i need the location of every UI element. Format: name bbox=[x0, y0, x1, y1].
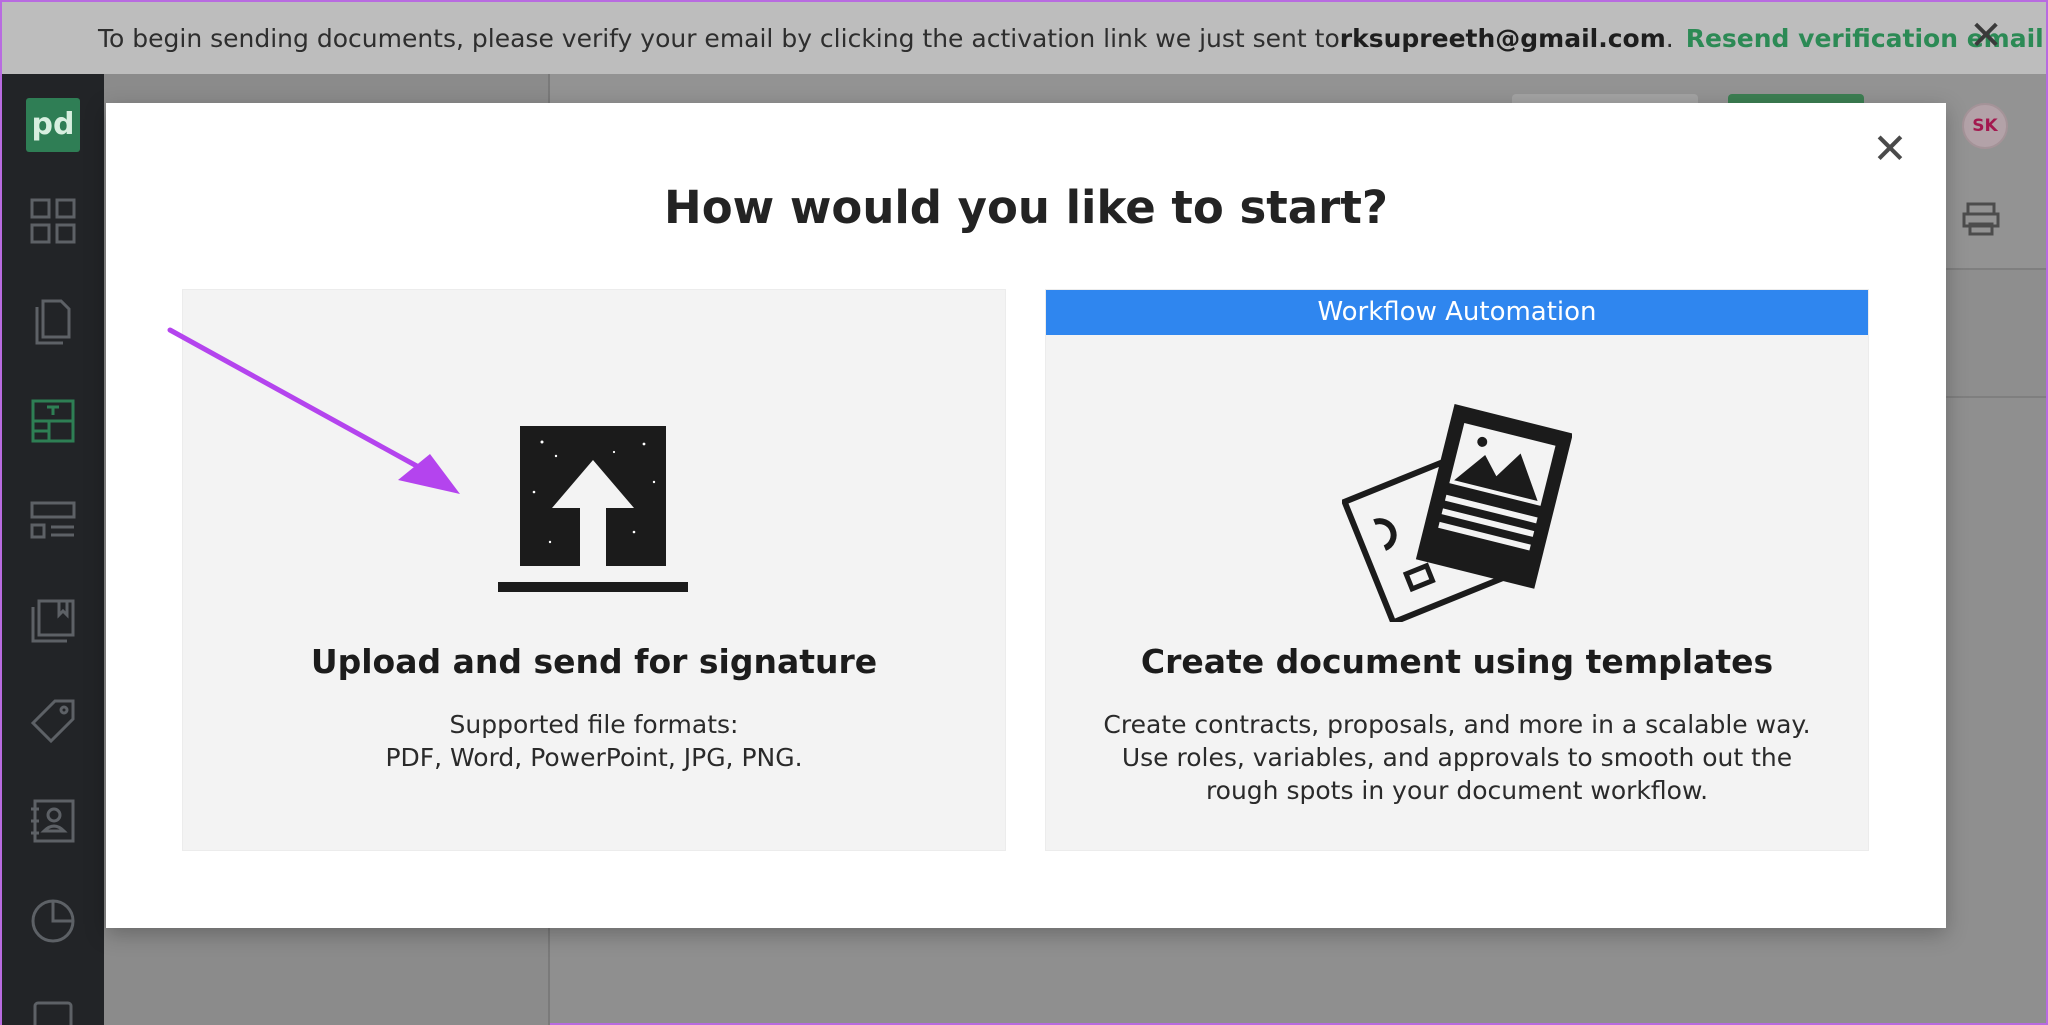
reports-pie-icon[interactable] bbox=[28, 896, 78, 946]
banner-period: . bbox=[1665, 23, 1674, 53]
template-desc-line: rough spots in your document workflow. bbox=[1205, 776, 1709, 805]
template-card-description: Create contracts, proposals, and more in… bbox=[1046, 708, 1868, 807]
upload-illustration bbox=[183, 422, 1005, 602]
dashboard-icon[interactable] bbox=[28, 196, 78, 246]
app-logo[interactable]: pd bbox=[26, 98, 80, 152]
start-options-modal: ✕ How would you like to start? Upload an… bbox=[106, 103, 1946, 928]
modal-title: How would you like to start? bbox=[664, 181, 1388, 234]
templates-illustration bbox=[1046, 402, 1868, 622]
banner-close-icon[interactable]: ✕ bbox=[1966, 16, 2006, 56]
left-sidebar: pd bbox=[2, 74, 104, 1025]
banner-email: rksupreeth@gmail.com bbox=[1339, 23, 1666, 53]
workflow-automation-ribbon: Workflow Automation bbox=[1046, 290, 1868, 335]
template-card-heading: Create document using templates bbox=[1140, 642, 1774, 681]
documents-icon[interactable] bbox=[28, 296, 78, 346]
verification-banner: To begin sending documents, please verif… bbox=[2, 2, 2046, 74]
template-desc-line: Use roles, variables, and approvals to s… bbox=[1121, 743, 1793, 772]
print-icon bbox=[1962, 200, 2000, 238]
upload-send-card[interactable]: Upload and send for signature Supported … bbox=[182, 289, 1006, 851]
contacts-icon[interactable] bbox=[28, 796, 78, 846]
catalog-tag-icon[interactable] bbox=[28, 696, 78, 746]
upload-card-description: Supported file formats: PDF, Word, Power… bbox=[183, 708, 1005, 774]
banner-message: To begin sending documents, please verif… bbox=[98, 23, 1340, 53]
content-library-icon[interactable] bbox=[28, 596, 78, 646]
upload-card-heading: Upload and send for signature bbox=[310, 642, 878, 681]
upload-desc-line: Supported file formats: bbox=[449, 710, 739, 739]
more-icon[interactable] bbox=[28, 992, 78, 1025]
forms-icon[interactable] bbox=[28, 496, 78, 546]
user-avatar[interactable]: SK bbox=[1962, 103, 2008, 149]
create-from-template-card[interactable]: Workflow Automation Create document usin… bbox=[1045, 289, 1869, 851]
templates-icon[interactable] bbox=[28, 396, 78, 446]
upload-desc-line: PDF, Word, PowerPoint, JPG, PNG. bbox=[385, 743, 803, 772]
template-desc-line: Create contracts, proposals, and more in… bbox=[1103, 710, 1811, 739]
modal-close-icon[interactable]: ✕ bbox=[1870, 128, 1910, 170]
